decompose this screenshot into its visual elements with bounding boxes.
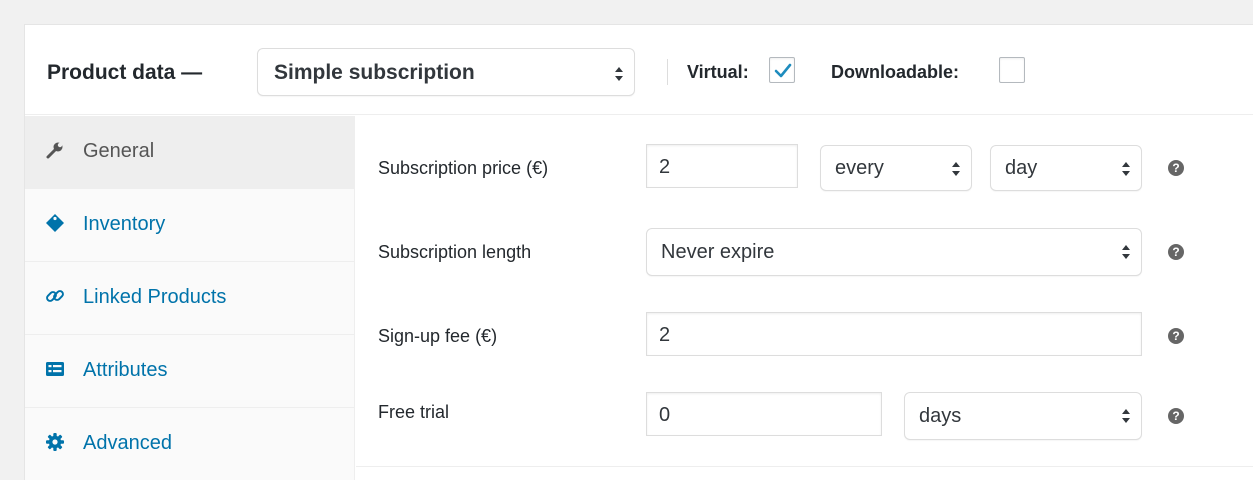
tab-general[interactable]: General [25,116,355,189]
product-data-header: Product data — Simple subscription Virtu… [25,25,1253,115]
tab-inventory[interactable]: Inventory [25,189,355,262]
free-trial-period-select[interactable]: days [904,392,1142,440]
free-trial-value: 0 [659,404,671,426]
signup-fee-input[interactable]: 2 [646,312,1142,356]
subscription-price-label: Subscription price (€) [378,158,549,178]
billing-interval-select[interactable]: every [820,145,972,191]
panel-title: Product data — [47,61,203,84]
link-icon [45,286,65,306]
select-arrows-icon [1121,159,1131,179]
signup-fee-value: 2 [659,324,671,346]
downloadable-label: Downloadable: [831,62,960,82]
billing-period-value: day [1005,157,1038,179]
billing-interval-value: every [835,157,884,179]
product-type-select[interactable]: Simple subscription [257,48,635,96]
free-trial-input[interactable]: 0 [646,392,882,436]
form-divider [356,466,1253,467]
gear-icon [45,432,65,452]
wrench-icon [45,140,65,160]
subscription-length-value: Never expire [661,241,775,263]
free-trial-label: Free trial [378,402,450,422]
help-icon[interactable]: ? [1168,408,1184,424]
virtual-label: Virtual: [687,62,749,82]
product-type-value: Simple subscription [274,61,475,84]
select-arrows-icon [1121,242,1131,262]
tab-attributes[interactable]: Attributes [25,335,355,408]
tab-label: General [83,140,155,162]
tab-label: Linked Products [83,286,227,308]
checkmark-icon [774,63,792,78]
help-icon[interactable]: ? [1168,160,1184,176]
subscription-price-value: 2 [659,156,671,178]
select-arrows-icon [614,64,624,84]
list-icon [45,359,65,379]
product-data-panel: Product data — Simple subscription Virtu… [24,24,1253,480]
subscription-length-label: Subscription length [378,242,532,262]
product-data-tabs: General Inventory Linked Products Attrib… [25,116,355,480]
downloadable-checkbox[interactable] [999,57,1025,83]
subscription-length-select[interactable]: Never expire [646,228,1142,276]
tab-label: Inventory [83,213,166,235]
tab-advanced[interactable]: Advanced [25,408,355,480]
tab-linked-products[interactable]: Linked Products [25,262,355,335]
billing-period-select[interactable]: day [990,145,1142,191]
subscription-price-input[interactable]: 2 [646,144,798,188]
select-arrows-icon [951,159,961,179]
tab-label: Attributes [83,359,168,381]
tab-label: Advanced [83,432,172,454]
help-icon[interactable]: ? [1168,328,1184,344]
general-tab-panel: Subscription price (€) 2 every day ? Sub… [356,116,1253,480]
header-divider [667,59,668,85]
select-arrows-icon [1121,406,1131,426]
virtual-checkbox[interactable] [769,57,795,83]
free-trial-period-value: days [919,405,962,427]
tag-icon [45,213,65,233]
help-icon[interactable]: ? [1168,244,1184,260]
signup-fee-label: Sign-up fee (€) [378,326,498,346]
